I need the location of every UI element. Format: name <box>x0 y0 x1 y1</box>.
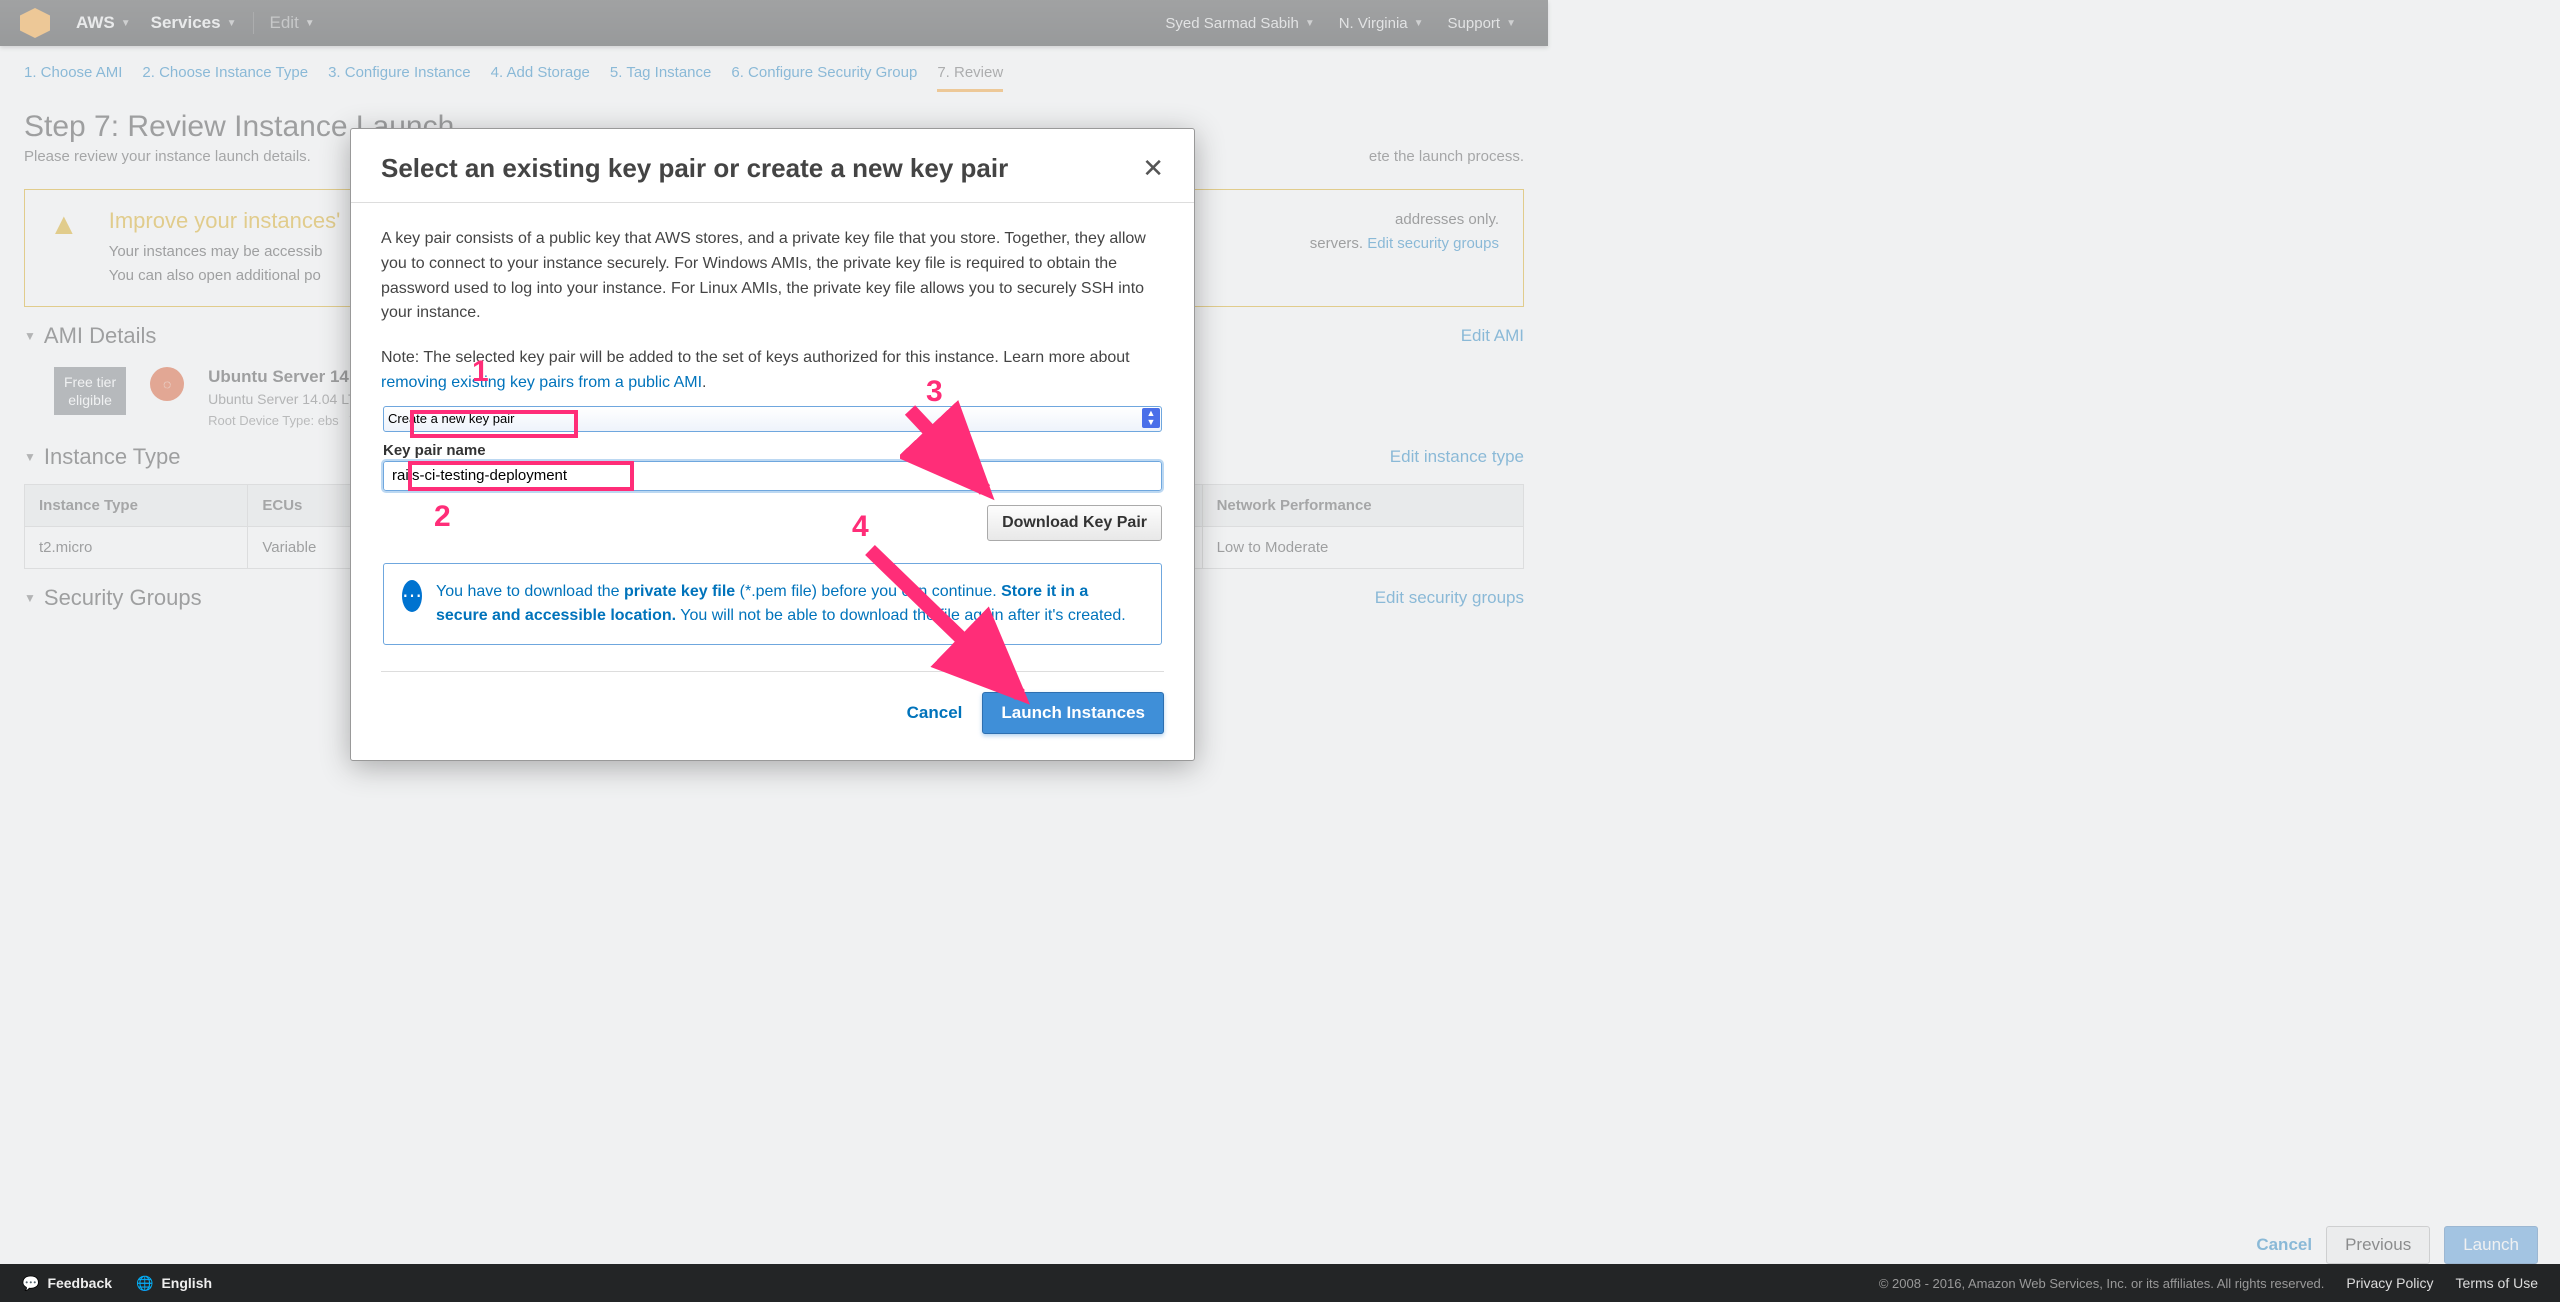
modal-description: A key pair consists of a public key that… <box>381 227 1164 326</box>
console-footer: 💬Feedback 🌐English © 2008 - 2016, Amazon… <box>0 1264 2560 1302</box>
terms-of-use-link[interactable]: Terms of Use <box>2456 1275 2538 1291</box>
learn-more-link[interactable]: removing existing key pairs from a publi… <box>381 374 702 391</box>
download-info-box: ⋯ You have to download the private key f… <box>383 563 1162 645</box>
modal-launch-instances-button[interactable]: Launch Instances <box>982 692 1164 734</box>
keypair-modal: Select an existing key pair or create a … <box>350 128 1195 761</box>
keypair-mode-select[interactable]: Create a new key pair <box>383 406 1162 432</box>
close-icon[interactable]: ✕ <box>1142 153 1164 184</box>
feedback-icon: 💬 <box>22 1275 39 1292</box>
feedback-link[interactable]: 💬Feedback <box>22 1275 112 1292</box>
legal-text: © 2008 - 2016, Amazon Web Services, Inc.… <box>1879 1276 2325 1291</box>
select-arrows-icon: ▲▼ <box>1142 408 1160 428</box>
info-icon: ⋯ <box>402 580 422 612</box>
keypair-name-label: Key pair name <box>383 442 1162 459</box>
info-text: You have to download the private key fil… <box>436 580 1143 628</box>
download-keypair-button[interactable]: Download Key Pair <box>987 505 1162 541</box>
modal-note: Note: The selected key pair will be adde… <box>381 346 1164 396</box>
globe-icon: 🌐 <box>136 1275 153 1292</box>
language-selector[interactable]: 🌐English <box>136 1275 212 1292</box>
modal-cancel-button[interactable]: Cancel <box>907 703 963 723</box>
privacy-policy-link[interactable]: Privacy Policy <box>2346 1275 2433 1291</box>
keypair-name-input[interactable] <box>383 461 1162 491</box>
modal-title: Select an existing key pair or create a … <box>381 153 1008 184</box>
